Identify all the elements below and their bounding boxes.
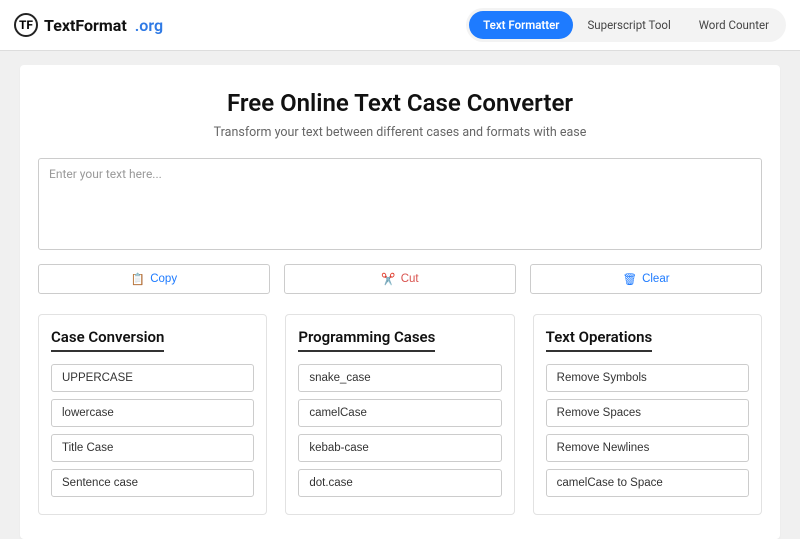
option-columns: Case Conversion UPPERCASE lowercase Titl… bbox=[38, 314, 762, 515]
column-title: Text Operations bbox=[546, 328, 653, 352]
option-lowercase[interactable]: lowercase bbox=[51, 399, 254, 427]
option-uppercase[interactable]: UPPERCASE bbox=[51, 364, 254, 392]
cut-label: Cut bbox=[401, 273, 419, 285]
column-programming-cases: Programming Cases snake_case camelCase k… bbox=[285, 314, 514, 515]
main-panel: Free Online Text Case Converter Transfor… bbox=[20, 65, 780, 539]
page-subtitle: Transform your text between different ca… bbox=[38, 125, 762, 140]
option-title-case[interactable]: Title Case bbox=[51, 434, 254, 462]
tab-superscript-tool[interactable]: Superscript Tool bbox=[573, 11, 684, 39]
option-remove-symbols[interactable]: Remove Symbols bbox=[546, 364, 749, 392]
action-row: 📋 Copy ✂️ Cut 🗑 Clear bbox=[38, 264, 762, 294]
clear-label: Clear bbox=[642, 273, 669, 285]
option-camelcase-to-space[interactable]: camelCase to Space bbox=[546, 469, 749, 497]
clipboard-icon: 📋 bbox=[131, 272, 145, 286]
copy-label: Copy bbox=[150, 273, 177, 285]
column-text-operations: Text Operations Remove Symbols Remove Sp… bbox=[533, 314, 762, 515]
logo-mark-icon: TF bbox=[14, 13, 38, 37]
logo[interactable]: TF TextFormat .org bbox=[14, 13, 163, 37]
column-title: Case Conversion bbox=[51, 328, 164, 352]
tab-text-formatter[interactable]: Text Formatter bbox=[469, 11, 573, 39]
option-remove-newlines[interactable]: Remove Newlines bbox=[546, 434, 749, 462]
option-snake-case[interactable]: snake_case bbox=[298, 364, 501, 392]
column-title: Programming Cases bbox=[298, 328, 435, 352]
column-case-conversion: Case Conversion UPPERCASE lowercase Titl… bbox=[38, 314, 267, 515]
clear-button[interactable]: 🗑 Clear bbox=[530, 264, 762, 294]
logo-text: TextFormat bbox=[44, 16, 127, 35]
page-title: Free Online Text Case Converter bbox=[38, 89, 762, 117]
nav-tabs: Text Formatter Superscript Tool Word Cou… bbox=[466, 8, 786, 42]
option-remove-spaces[interactable]: Remove Spaces bbox=[546, 399, 749, 427]
text-input[interactable] bbox=[38, 158, 762, 250]
logo-suffix: .org bbox=[135, 16, 163, 35]
scissors-icon: ✂️ bbox=[381, 272, 395, 286]
option-dot-case[interactable]: dot.case bbox=[298, 469, 501, 497]
option-camelcase[interactable]: camelCase bbox=[298, 399, 501, 427]
tab-word-counter[interactable]: Word Counter bbox=[685, 11, 783, 39]
cut-button[interactable]: ✂️ Cut bbox=[284, 264, 516, 294]
trash-icon: 🗑 bbox=[622, 272, 637, 286]
option-kebab-case[interactable]: kebab-case bbox=[298, 434, 501, 462]
header: TF TextFormat .org Text Formatter Supers… bbox=[0, 0, 800, 51]
copy-button[interactable]: 📋 Copy bbox=[38, 264, 270, 294]
option-sentence-case[interactable]: Sentence case bbox=[51, 469, 254, 497]
